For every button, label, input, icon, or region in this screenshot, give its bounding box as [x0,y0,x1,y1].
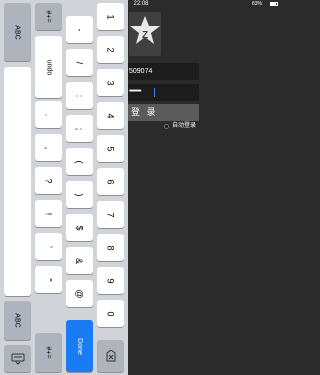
done-key[interactable]: Done [66,320,93,372]
digit-7-label: 7 [105,211,116,218]
open-paren-key[interactable]: ( [66,148,93,175]
login-button[interactable]: 登 录 [128,104,199,121]
hyphen-key[interactable]: - [66,16,93,43]
abc-label: ABC [14,313,21,328]
dollar-label: $ [74,224,85,231]
digit-3-key[interactable]: 3 [97,69,124,96]
exclamation-key[interactable]: ! [35,200,62,227]
digit-6-key[interactable]: 6 [97,168,124,195]
backspace-icon [106,350,115,362]
question-label: ? [43,177,54,184]
symbols-switch-label: #+= [44,10,52,23]
ampersand-key[interactable]: & [66,247,93,274]
battery-icon [270,2,278,6]
symbols-switch-label: #+= [44,346,52,359]
svg-text:Z: Z [142,30,148,41]
digit-0-label: 0 [105,310,116,317]
text-cursor [154,88,155,97]
abc-key-bottom[interactable]: ABC [4,301,31,340]
colon-label: : [74,94,85,97]
semicolon-key[interactable]: ; [66,115,93,142]
close-paren-key[interactable]: ) [66,181,93,208]
symbols-switch-key-bottom[interactable]: #+= [35,333,62,372]
keyboard: ABC ABC #+= undo . , ? ! ' " #+= - / : ;… [0,0,128,375]
quote-key[interactable]: " [35,266,62,293]
abc-label: ABC [14,24,21,40]
keyboard-icon [11,353,24,365]
period-label: . [43,113,54,116]
delete-key[interactable] [97,340,124,372]
dollar-key[interactable]: $ [66,214,93,241]
symbols-switch-key[interactable]: #+= [35,3,62,30]
quote-label: " [43,277,54,282]
digit-2-key[interactable]: 2 [97,36,124,63]
digit-1-key[interactable]: 1 [97,3,124,30]
slash-label: / [74,61,85,64]
ampersand-label: & [74,257,85,264]
digit-2-label: 2 [105,46,116,53]
digit-8-key[interactable]: 8 [97,234,124,261]
digit-0-key[interactable]: 0 [97,300,124,327]
digit-5-label: 5 [105,145,116,152]
comma-label: , [43,146,54,149]
digit-6-label: 6 [105,178,116,185]
apostrophe-label: ' [43,245,54,248]
password-input[interactable]: •••••••• [128,84,199,101]
digit-4-key[interactable]: 4 [97,102,124,129]
digit-3-label: 3 [105,79,116,86]
digit-8-label: 8 [105,244,116,251]
hyphen-label: - [74,28,85,31]
digit-4-label: 4 [105,112,116,119]
colon-key[interactable]: : [66,82,93,109]
slash-key[interactable]: / [66,49,93,76]
period-key[interactable]: . [35,101,62,128]
at-key[interactable]: @ [66,280,93,307]
done-label: Done [75,337,83,355]
open-paren-label: ( [74,160,85,163]
abc-key[interactable]: ABC [4,3,31,61]
question-key[interactable]: ? [35,167,62,194]
at-label: @ [74,288,85,299]
auto-login-checkbox[interactable] [164,124,169,129]
exclamation-label: ! [43,212,54,215]
digit-7-key[interactable]: 7 [97,201,124,228]
comma-key[interactable]: , [35,134,62,161]
digit-9-label: 9 [105,277,116,284]
digit-5-key[interactable]: 5 [97,135,124,162]
keyboard-dismiss-key[interactable] [4,345,31,372]
close-paren-label: ) [74,193,85,196]
space-key[interactable] [4,67,31,296]
undo-key[interactable]: undo [35,36,62,98]
apostrophe-key[interactable]: ' [35,233,62,260]
digit-1-label: 1 [105,13,116,20]
auto-login-label: 自动登录 [172,123,197,129]
account-input[interactable]: 509074 [128,63,199,80]
undo-label: undo [44,59,52,75]
digit-9-key[interactable]: 9 [97,267,124,294]
status-time: 22:08 [133,1,149,7]
app-logo: Z [129,12,161,56]
semicolon-label: ; [74,127,85,130]
battery-percentage: 83% [252,1,263,7]
